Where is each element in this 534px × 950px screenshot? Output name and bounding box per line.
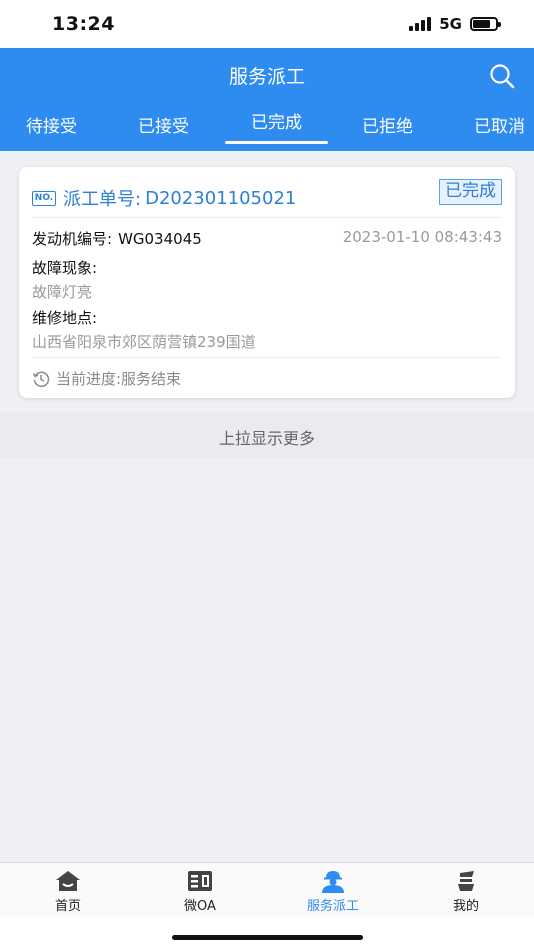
nav-label: 首页 — [54, 899, 81, 914]
order-number: D202301105021 — [145, 187, 297, 209]
engine-number: WG034045 — [118, 230, 202, 248]
nav-mine[interactable]: 我的 — [426, 869, 506, 914]
profile-stack-icon — [458, 871, 474, 891]
status-time: 13:24 — [52, 13, 115, 35]
battery-icon — [470, 17, 501, 31]
tab-label: 已拒绝 — [362, 117, 413, 137]
nav-oa[interactable]: 微OA — [160, 869, 240, 914]
page-title: 服务派工 — [228, 66, 305, 88]
search-button[interactable] — [488, 62, 516, 90]
tab-pending[interactable]: 待接受 — [26, 106, 77, 151]
network-type: 5G — [439, 15, 462, 33]
home-indicator-area — [0, 916, 534, 950]
worker-helmet-icon — [322, 871, 344, 893]
order-number-label: 派工单号: — [63, 189, 142, 210]
bottom-nav: 首页 微OA 服务派工 我的 — [0, 862, 534, 916]
search-icon — [490, 64, 515, 89]
home-icon — [56, 871, 80, 891]
tab-completed[interactable]: 已完成 — [225, 106, 328, 151]
status-indicators: 5G — [409, 15, 501, 33]
status-bar: 13:24 5G — [0, 0, 534, 48]
tab-label: 已取消 — [474, 117, 525, 137]
history-icon — [32, 371, 50, 387]
tab-accepted[interactable]: 已接受 — [138, 106, 189, 151]
dispatch-card[interactable]: NO. 派工单号: D202301105021 已完成 发动机编号: WG0340… — [19, 167, 515, 398]
tab-rejected[interactable]: 已拒绝 — [362, 106, 413, 151]
nav-home[interactable]: 首页 — [28, 869, 108, 914]
engine-number-label: 发动机编号: — [32, 230, 113, 248]
location-value: 山西省阳泉市郊区荫营镇239国道 — [32, 333, 256, 351]
progress-row: 当前进度:服务结束 — [32, 368, 181, 389]
nav-label: 微OA — [184, 899, 216, 914]
progress-text: 当前进度:服务结束 — [56, 370, 182, 388]
tab-cancelled[interactable]: 已取消 — [474, 106, 525, 151]
tab-label: 已完成 — [251, 113, 302, 133]
nav-label: 我的 — [452, 899, 479, 914]
tab-label: 已接受 — [138, 117, 189, 137]
dispatch-datetime: 2023-01-10 08:43:43 — [342, 228, 502, 246]
engine-row: 发动机编号: WG034045 2023-01-10 08:43:43 — [32, 228, 502, 249]
location-label: 维修地点: — [32, 309, 98, 327]
nav-dispatch[interactable]: 服务派工 — [293, 869, 373, 914]
battery-level — [473, 20, 490, 28]
divider — [32, 357, 502, 358]
fault-value: 故障灯亮 — [32, 283, 93, 301]
home-indicator[interactable] — [172, 935, 363, 940]
load-more-hint: 上拉显示更多 — [218, 429, 315, 448]
fault-label: 故障现象: — [32, 259, 98, 277]
app-header: 服务派工 待接受 已接受 已完成 已拒绝 已取消 — [0, 48, 534, 151]
status-tabs: 待接受 已接受 已完成 已拒绝 已取消 — [0, 106, 534, 151]
divider — [32, 217, 502, 218]
tab-label: 待接受 — [26, 117, 77, 137]
status-badge: 已完成 — [439, 179, 502, 205]
nav-label: 服务派工 — [306, 899, 359, 914]
signal-icon — [409, 17, 432, 31]
number-badge-icon: NO. — [32, 190, 56, 206]
oa-book-icon — [188, 871, 212, 891]
card-header: NO. 派工单号: D202301105021 已完成 — [32, 179, 502, 215]
